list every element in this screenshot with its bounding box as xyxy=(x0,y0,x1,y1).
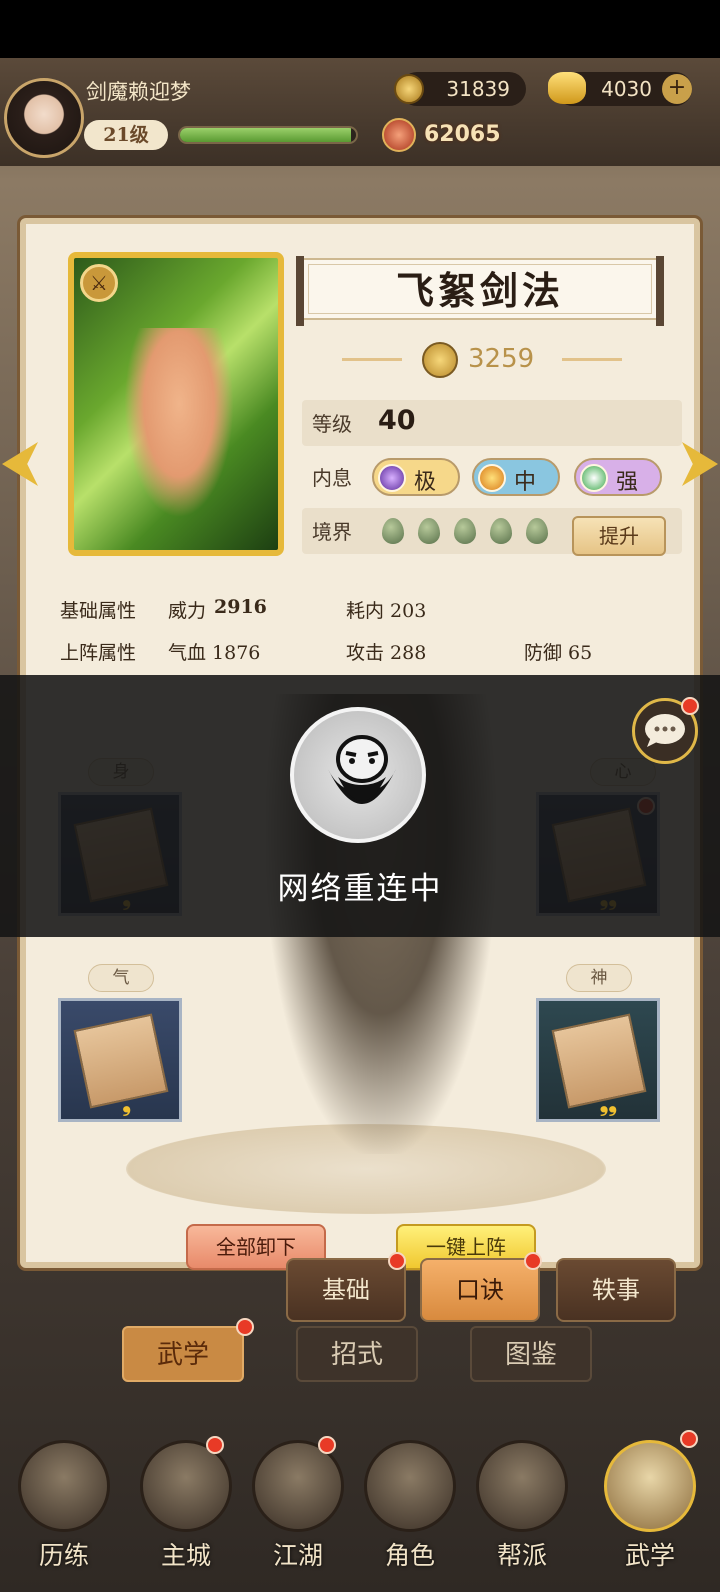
grade-extreme-text: 极 xyxy=(414,470,437,495)
inner-breath-label: 内息 xyxy=(312,466,352,490)
grade-pill-extreme[interactable]: 极 xyxy=(372,458,460,496)
notification-dot xyxy=(681,697,699,715)
level-row: 等级 40 xyxy=(302,400,682,446)
slot-spirit[interactable]: ❟❟ xyxy=(536,998,660,1122)
nav-jianghu[interactable]: 江湖 xyxy=(246,1430,350,1580)
player-level-badge: 21级 xyxy=(84,120,168,150)
notification-dot xyxy=(318,1436,336,1454)
upgrade-button[interactable]: 提升 xyxy=(572,516,666,556)
total-power-value: 62065 xyxy=(424,122,501,147)
deploy-attack: 攻击 288 xyxy=(346,642,427,664)
nav-character[interactable]: 角色 xyxy=(358,1430,462,1580)
nav-main-city[interactable]: 主城 xyxy=(134,1430,238,1580)
add-gold-icon[interactable]: + xyxy=(662,74,692,104)
subtab-basic[interactable]: 基础 xyxy=(286,1258,406,1322)
slot-label-spirit: 神 xyxy=(566,964,632,992)
deploy-hp: 气血 1876 xyxy=(168,642,261,664)
notification-dot xyxy=(236,1318,254,1336)
grade-medium-text: 中 xyxy=(514,470,537,495)
nav-martial-arts-label: 武学 xyxy=(624,1541,675,1570)
nav-character-label: 角色 xyxy=(384,1541,435,1570)
realm-label: 境界 xyxy=(312,520,352,544)
jianghu-icon xyxy=(252,1440,344,1532)
grade-strong-text: 强 xyxy=(616,470,639,495)
chat-button[interactable] xyxy=(632,697,699,764)
base-power-label: 威力 xyxy=(168,600,207,622)
base-inner-cost: 耗内 203 xyxy=(346,600,427,622)
coin-icon xyxy=(394,74,424,104)
coin-value: 31839 xyxy=(446,77,510,101)
skill-title: 飞絮剑法 xyxy=(395,268,564,313)
notification-dot xyxy=(206,1436,224,1454)
slot-qi[interactable]: ❟ xyxy=(58,998,182,1122)
player-avatar[interactable] xyxy=(4,78,84,158)
notification-dot xyxy=(680,1430,698,1448)
skill-power-value: 3259 xyxy=(468,344,535,374)
inner-breath-row: 内息 极 中 强 xyxy=(302,454,682,500)
level-value: 40 xyxy=(378,405,416,436)
notification-dot xyxy=(524,1252,542,1270)
skill-art-card: ⚔ xyxy=(68,252,284,556)
slot-label-qi: 气 xyxy=(88,964,154,992)
player-name: 剑魔赖迎梦 xyxy=(86,80,191,104)
tab-moves[interactable]: 招式 xyxy=(296,1326,418,1382)
deploy-defense: 防御 65 xyxy=(524,642,593,664)
tab-martial-arts[interactable]: 武学 xyxy=(122,1326,244,1382)
bearded-man-icon xyxy=(328,735,396,804)
realm-seed-icon xyxy=(382,518,404,544)
realm-seed-icon xyxy=(454,518,476,544)
skill-power-icon xyxy=(422,342,458,378)
game-screen: 剑魔赖迎梦 21级 31839 4030 + 62065 ⚔ 飞絮剑法 3259 xyxy=(0,58,720,1592)
exp-bar-fill xyxy=(180,128,351,142)
exp-bar xyxy=(178,126,358,144)
realm-seed-icon xyxy=(418,518,440,544)
status-bar xyxy=(0,0,720,58)
realm-seed-icon xyxy=(490,518,512,544)
level-label: 等级 xyxy=(312,412,352,436)
quality-mark-icon: ❟❟ xyxy=(599,1091,617,1117)
notification-dot xyxy=(388,1252,406,1270)
reconnect-overlay: 网络重连中 xyxy=(0,675,720,937)
training-icon xyxy=(18,1440,110,1532)
swordswoman-illustration xyxy=(124,328,234,518)
base-attr-label: 基础属性 xyxy=(60,600,137,622)
nav-training-label: 历练 xyxy=(38,1541,89,1570)
mascot-badge xyxy=(290,707,426,843)
hat-warrior-icon xyxy=(364,1440,456,1532)
base-power-value: 2916 xyxy=(214,596,267,618)
quality-mark-icon: ❟ xyxy=(122,1091,131,1117)
sword-class-icon: ⚔ xyxy=(80,264,118,302)
city-gate-icon xyxy=(140,1440,232,1532)
left-cloud-ornament xyxy=(342,358,402,361)
power-icon xyxy=(382,118,416,152)
jade-orb-icon xyxy=(580,464,608,492)
nav-jianghu-label: 江湖 xyxy=(272,1541,323,1570)
scrolls-icon xyxy=(604,1440,696,1532)
nav-training[interactable]: 历练 xyxy=(12,1430,116,1580)
player-topbar: 剑魔赖迎梦 21级 31839 4030 + 62065 xyxy=(0,58,720,166)
skill-power-row: 3259 xyxy=(342,336,622,384)
grade-pill-medium[interactable]: 中 xyxy=(472,458,560,496)
subtab-anecdote[interactable]: 轶事 xyxy=(556,1258,676,1322)
grade-pill-strong[interactable]: 强 xyxy=(574,458,662,496)
purple-orb-icon xyxy=(378,464,406,492)
tab-codex[interactable]: 图鉴 xyxy=(470,1326,592,1382)
realm-seed-icon xyxy=(526,518,548,544)
guild-icon xyxy=(476,1440,568,1532)
sun-orb-icon xyxy=(478,464,506,492)
deploy-attr-label: 上阵属性 xyxy=(60,642,137,664)
skill-title-box: 飞絮剑法 xyxy=(296,256,664,326)
gold-ingot-icon xyxy=(548,72,586,104)
subtab-formula[interactable]: 口诀 xyxy=(420,1258,540,1322)
nav-guild[interactable]: 帮派 xyxy=(470,1430,574,1580)
reconnect-message: 网络重连中 xyxy=(277,871,443,907)
nav-main-city-label: 主城 xyxy=(160,1541,211,1570)
nav-martial-arts[interactable]: 武学 xyxy=(598,1430,702,1580)
right-cloud-ornament xyxy=(562,358,622,361)
nav-guild-label: 帮派 xyxy=(496,1541,547,1570)
scroll-icon xyxy=(73,1013,169,1109)
